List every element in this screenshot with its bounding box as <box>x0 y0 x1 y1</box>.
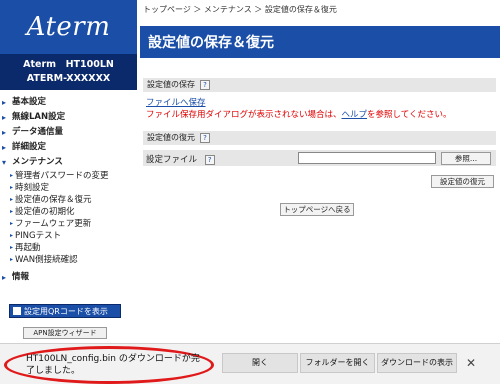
bullet-icon: ▸ <box>10 196 14 203</box>
settings-file-label: 設定ファイル ? <box>146 153 215 165</box>
save-section-heading: 設定値の保存 ? <box>143 78 496 92</box>
sidebar-item-maintenance[interactable]: ▾ メンテナンス <box>0 155 137 170</box>
title-bar: 設定値の保存＆復元 <box>140 26 500 58</box>
device-id: ATERM-XXXXXX <box>26 73 111 84</box>
back-to-top-button[interactable]: トップページへ戻る <box>280 203 354 216</box>
sidebar-subitem-firmware[interactable]: ▸ ファームウェア更新 <box>0 218 137 230</box>
settings-file-row: 設定ファイル ? 参照... <box>143 150 496 166</box>
qr-code-button[interactable]: 設定用QRコードを表示 <box>9 304 121 318</box>
page-title: 設定値の保存＆復元 <box>148 35 274 51</box>
download-notification-bar: HT100LN_config.bin のダウンロードが完了しました。 開く フォ… <box>0 343 500 384</box>
sidebar-subitem-label: PINGテスト <box>15 231 62 241</box>
qr-icon <box>13 307 21 315</box>
sidebar-item-data-usage[interactable]: ▸ データ通信量 <box>0 125 137 140</box>
sidebar-item-label: 無線LAN設定 <box>12 112 66 122</box>
restore-heading-text: 設定値の復元 <box>147 133 195 142</box>
sidebar-item-label: メンテナンス <box>12 157 63 167</box>
save-to-file-link[interactable]: ファイルへ保存 <box>146 96 206 108</box>
model-name: Aterm HT100LN <box>23 59 114 70</box>
sidebar-item-wireless[interactable]: ▸ 無線LAN設定 <box>0 110 137 125</box>
qr-button-label: 設定用QRコードを表示 <box>24 306 108 316</box>
arrow-icon: ▸ <box>2 98 7 107</box>
sidebar-item-label: データ通信量 <box>12 127 64 137</box>
sidebar-subitem-label: WAN側接続確認 <box>15 255 78 265</box>
breadcrumb: トップページ ＞ メンテナンス ＞ 設定値の保存＆復元 <box>143 5 337 14</box>
sidebar-subitem-label: 設定値の初期化 <box>15 207 75 217</box>
bullet-icon: ▸ <box>10 232 14 239</box>
warning-text-post: を参照してください。 <box>367 110 452 120</box>
sidebar-item-basic[interactable]: ▸ 基本設定 <box>0 95 137 110</box>
sidebar-subitem-label: 管理者パスワードの変更 <box>15 171 109 181</box>
sidebar-subitem-label: 時刻設定 <box>15 183 50 193</box>
sidebar-item-advanced[interactable]: ▸ 詳細設定 <box>0 140 137 155</box>
save-heading-text: 設定値の保存 <box>147 80 195 89</box>
sidebar-item-label: 情報 <box>12 272 30 282</box>
view-downloads-button[interactable]: ダウンロードの表示 <box>377 353 457 373</box>
bullet-icon: ▸ <box>10 172 14 179</box>
sidebar-item-label: 基本設定 <box>12 97 47 107</box>
bullet-icon: ▸ <box>10 244 14 251</box>
sidebar-subitem-ping[interactable]: ▸ PINGテスト <box>0 230 137 242</box>
bullet-icon: ▸ <box>10 220 14 227</box>
file-path-input[interactable] <box>298 152 436 164</box>
bullet-icon: ▸ <box>10 256 14 263</box>
restore-settings-button[interactable]: 設定値の復元 <box>431 175 494 188</box>
arrow-icon: ▸ <box>2 273 7 282</box>
sidebar-subitem-reset[interactable]: ▸ 設定値の初期化 <box>0 206 137 218</box>
sidebar-item-label: 詳細設定 <box>12 142 47 152</box>
arrow-icon: ▸ <box>2 128 7 137</box>
arrow-icon: ▸ <box>2 143 7 152</box>
restore-section-heading: 設定値の復元 ? <box>143 131 496 145</box>
bullet-icon: ▸ <box>10 208 14 215</box>
logo: Aterm <box>0 0 137 54</box>
bullet-icon: ▸ <box>10 184 14 191</box>
sidebar-subitem-wan-check[interactable]: ▸ WAN側接続確認 <box>0 254 137 266</box>
sidebar: Aterm Aterm HT100LN ATERM-XXXXXX ▸ 基本設定 … <box>0 0 137 384</box>
help-link[interactable]: ヘルプ <box>342 110 368 120</box>
browse-button[interactable]: 参照... <box>441 152 491 165</box>
open-button[interactable]: 開く <box>222 353 298 373</box>
model-info: Aterm HT100LN ATERM-XXXXXX <box>0 54 137 90</box>
help-icon[interactable]: ? <box>200 80 210 90</box>
sidebar-subitem-time[interactable]: ▸ 時刻設定 <box>0 182 137 194</box>
warning-text-pre: ファイル保存用ダイアログが表示されない場合は、 <box>146 110 342 120</box>
sidebar-subitem-label: 再起動 <box>15 243 41 253</box>
open-folder-button[interactable]: フォルダーを開く <box>300 353 375 373</box>
sidebar-subitem-label: 設定値の保存＆復元 <box>15 195 92 205</box>
sidebar-subitem-reboot[interactable]: ▸ 再起動 <box>0 242 137 254</box>
save-warning: ファイル保存用ダイアログが表示されない場合は、ヘルプを参照してください。 <box>146 108 452 120</box>
side-menu: ▸ 基本設定 ▸ 無線LAN設定 ▸ データ通信量 ▸ 詳細設定 ▾ メンテナン… <box>0 95 137 285</box>
download-message: HT100LN_config.bin のダウンロードが完了しました。 <box>26 354 200 376</box>
arrow-down-icon: ▾ <box>2 158 7 167</box>
sidebar-subitem-password[interactable]: ▸ 管理者パスワードの変更 <box>0 170 137 182</box>
apn-wizard-button[interactable]: APN設定ウィザード <box>23 327 107 339</box>
logo-text: Aterm <box>26 12 111 42</box>
arrow-icon: ▸ <box>2 113 7 122</box>
close-icon[interactable]: ✕ <box>466 356 476 370</box>
help-icon[interactable]: ? <box>200 133 210 143</box>
sidebar-subitem-save-restore[interactable]: ▸ 設定値の保存＆復元 <box>0 194 137 206</box>
help-icon[interactable]: ? <box>204 155 215 165</box>
sidebar-item-info[interactable]: ▸ 情報 <box>0 270 137 285</box>
sidebar-subitem-label: ファームウェア更新 <box>15 219 92 229</box>
settings-file-label-text: 設定ファイル <box>146 155 198 165</box>
